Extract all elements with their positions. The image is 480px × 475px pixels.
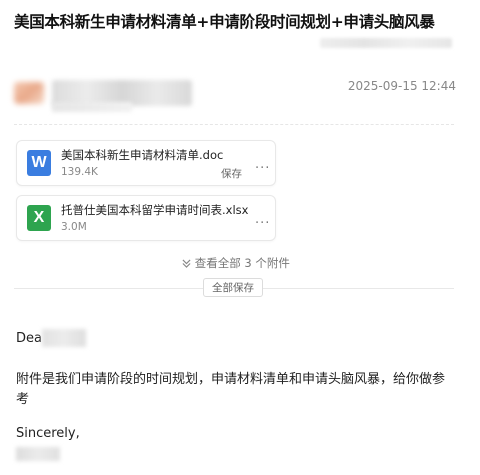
attachment-card-xlsx[interactable]: X 托普仕美国本科留学申请时间表.xlsx 3.0M ···	[16, 195, 276, 241]
attachment-card-doc[interactable]: W 美国本科新生申请材料清单.doc 139.4K 保存 ···	[16, 140, 276, 186]
email-closing: Sincerely,	[16, 426, 80, 441]
save-all-button[interactable]: 全部保存	[203, 278, 263, 297]
view-all-attachments-link[interactable]: 查看全部 3 个附件	[0, 255, 472, 271]
email-body-paragraph: 附件是我们申请阶段的时间规划，申请材料清单和申请头脑风暴，给你做参考	[16, 372, 446, 407]
redacted-subtitle	[320, 38, 452, 48]
header-divider	[14, 124, 454, 125]
save-attachment-button[interactable]: 保存	[221, 166, 242, 181]
email-subject: 美国本科新生申请材料清单+申请阶段时间规划+申请头脑风暴	[14, 13, 435, 31]
more-options-icon[interactable]: ···	[255, 216, 270, 231]
excel-file-icon: X	[27, 205, 51, 231]
recipient-name-redacted	[42, 329, 86, 347]
email-date: 2025-09-15 12:44	[347, 79, 456, 93]
signature-redacted	[16, 447, 60, 461]
word-file-icon: W	[27, 150, 51, 176]
attachment-size: 3.0M	[61, 221, 87, 233]
sender-detail-redacted	[52, 102, 132, 112]
view-all-label: 查看全部 3 个附件	[194, 256, 290, 270]
attachment-size: 139.4K	[61, 166, 98, 178]
attachment-name[interactable]: 托普仕美国本科留学申请时间表.xlsx	[61, 202, 248, 218]
attachment-name[interactable]: 美国本科新生申请材料清单.doc	[61, 147, 223, 163]
sender-avatar[interactable]	[14, 82, 44, 104]
email-greeting: Dea	[16, 331, 42, 346]
more-options-icon[interactable]: ···	[255, 161, 270, 176]
chevron-double-down-icon	[182, 256, 195, 270]
